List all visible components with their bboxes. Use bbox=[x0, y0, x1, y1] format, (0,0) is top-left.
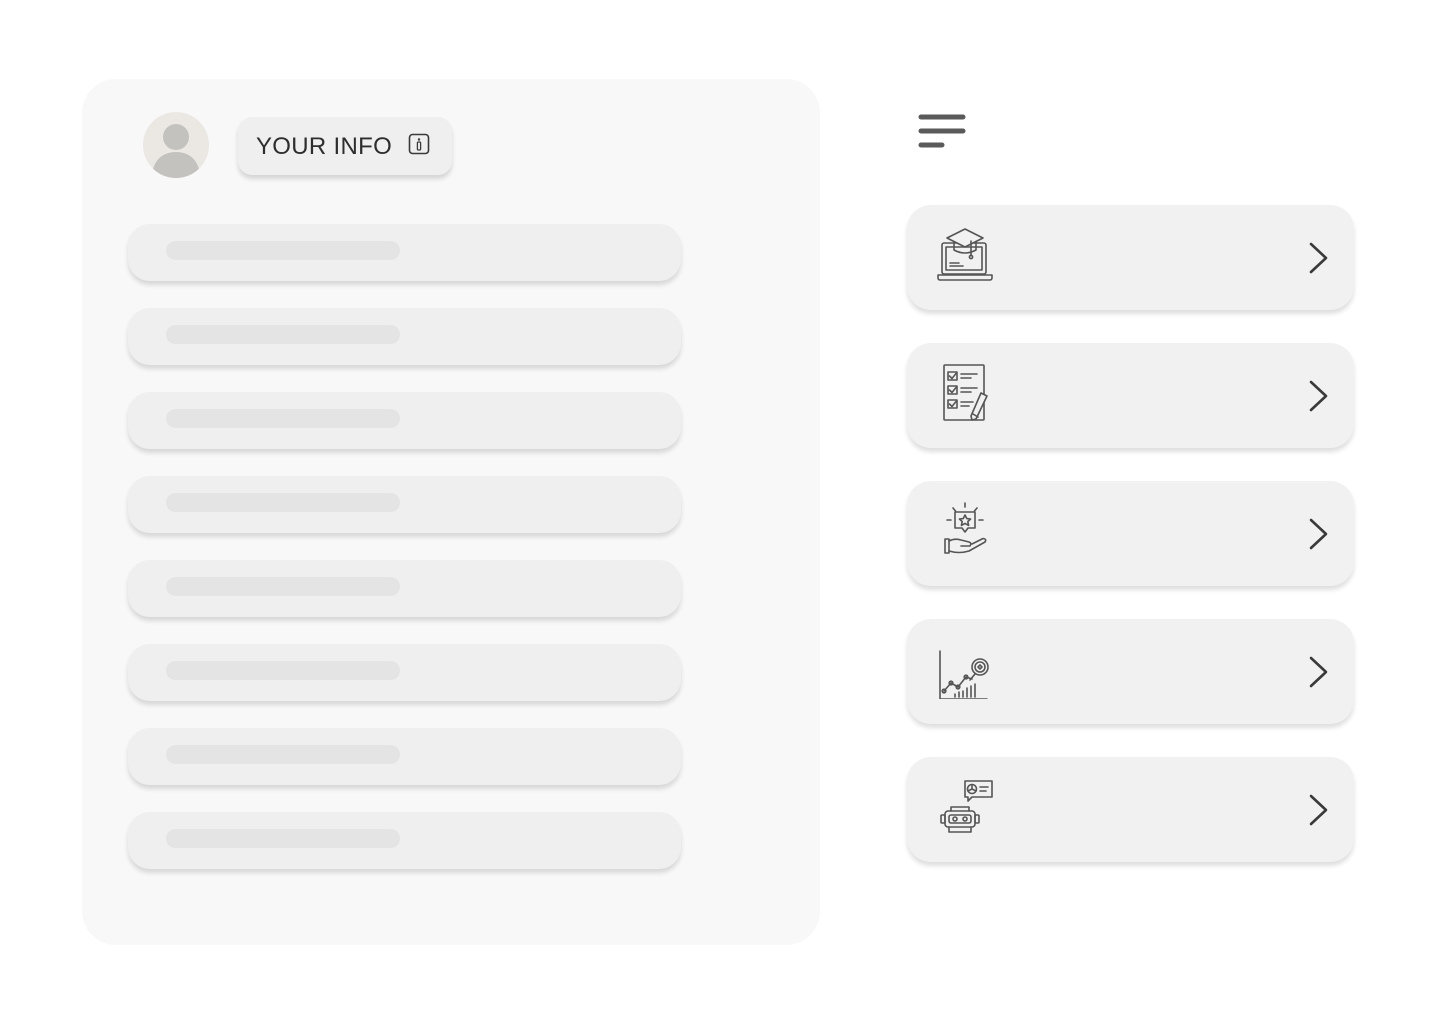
field-placeholder-bar bbox=[166, 493, 400, 512]
user-avatar-icon[interactable] bbox=[143, 112, 209, 178]
chevron-right-icon bbox=[1306, 794, 1330, 826]
online-education-icon bbox=[937, 225, 993, 285]
info-icon bbox=[408, 133, 430, 155]
info-field[interactable] bbox=[128, 644, 681, 701]
info-field[interactable] bbox=[128, 560, 681, 617]
robot-assistant-icon bbox=[937, 777, 993, 837]
field-placeholder-bar bbox=[166, 241, 400, 260]
info-field[interactable] bbox=[128, 728, 681, 785]
field-placeholder-bar bbox=[166, 745, 400, 764]
nav-list bbox=[907, 205, 1354, 895]
nav-item-analytics[interactable] bbox=[907, 619, 1354, 724]
field-placeholder-bar bbox=[166, 577, 400, 596]
your-info-label: YOUR INFO bbox=[256, 133, 393, 160]
info-panel: YOUR INFO bbox=[82, 79, 820, 945]
idea-hand-icon bbox=[937, 501, 993, 561]
nav-item-checklist[interactable] bbox=[907, 343, 1354, 448]
info-field[interactable] bbox=[128, 224, 681, 281]
chevron-right-icon bbox=[1306, 242, 1330, 274]
nav-item-idea[interactable] bbox=[907, 481, 1354, 586]
hamburger-menu-icon[interactable] bbox=[918, 113, 966, 151]
info-field[interactable] bbox=[128, 476, 681, 533]
chevron-right-icon bbox=[1306, 380, 1330, 412]
field-placeholder-bar bbox=[166, 829, 400, 848]
field-placeholder-bar bbox=[166, 661, 400, 680]
info-field[interactable] bbox=[128, 392, 681, 449]
your-info-button[interactable]: YOUR INFO bbox=[238, 117, 452, 175]
info-fields-list bbox=[128, 224, 681, 896]
field-placeholder-bar bbox=[166, 325, 400, 344]
info-field[interactable] bbox=[128, 308, 681, 365]
chevron-right-icon bbox=[1306, 656, 1330, 688]
nav-item-education[interactable] bbox=[907, 205, 1354, 310]
field-placeholder-bar bbox=[166, 409, 400, 428]
nav-item-assistant[interactable] bbox=[907, 757, 1354, 862]
growth-analytics-icon bbox=[937, 639, 993, 700]
app-screen: YOUR INFO bbox=[0, 0, 1440, 1024]
info-field[interactable] bbox=[128, 812, 681, 869]
chevron-right-icon bbox=[1306, 518, 1330, 550]
checklist-icon bbox=[937, 363, 993, 423]
